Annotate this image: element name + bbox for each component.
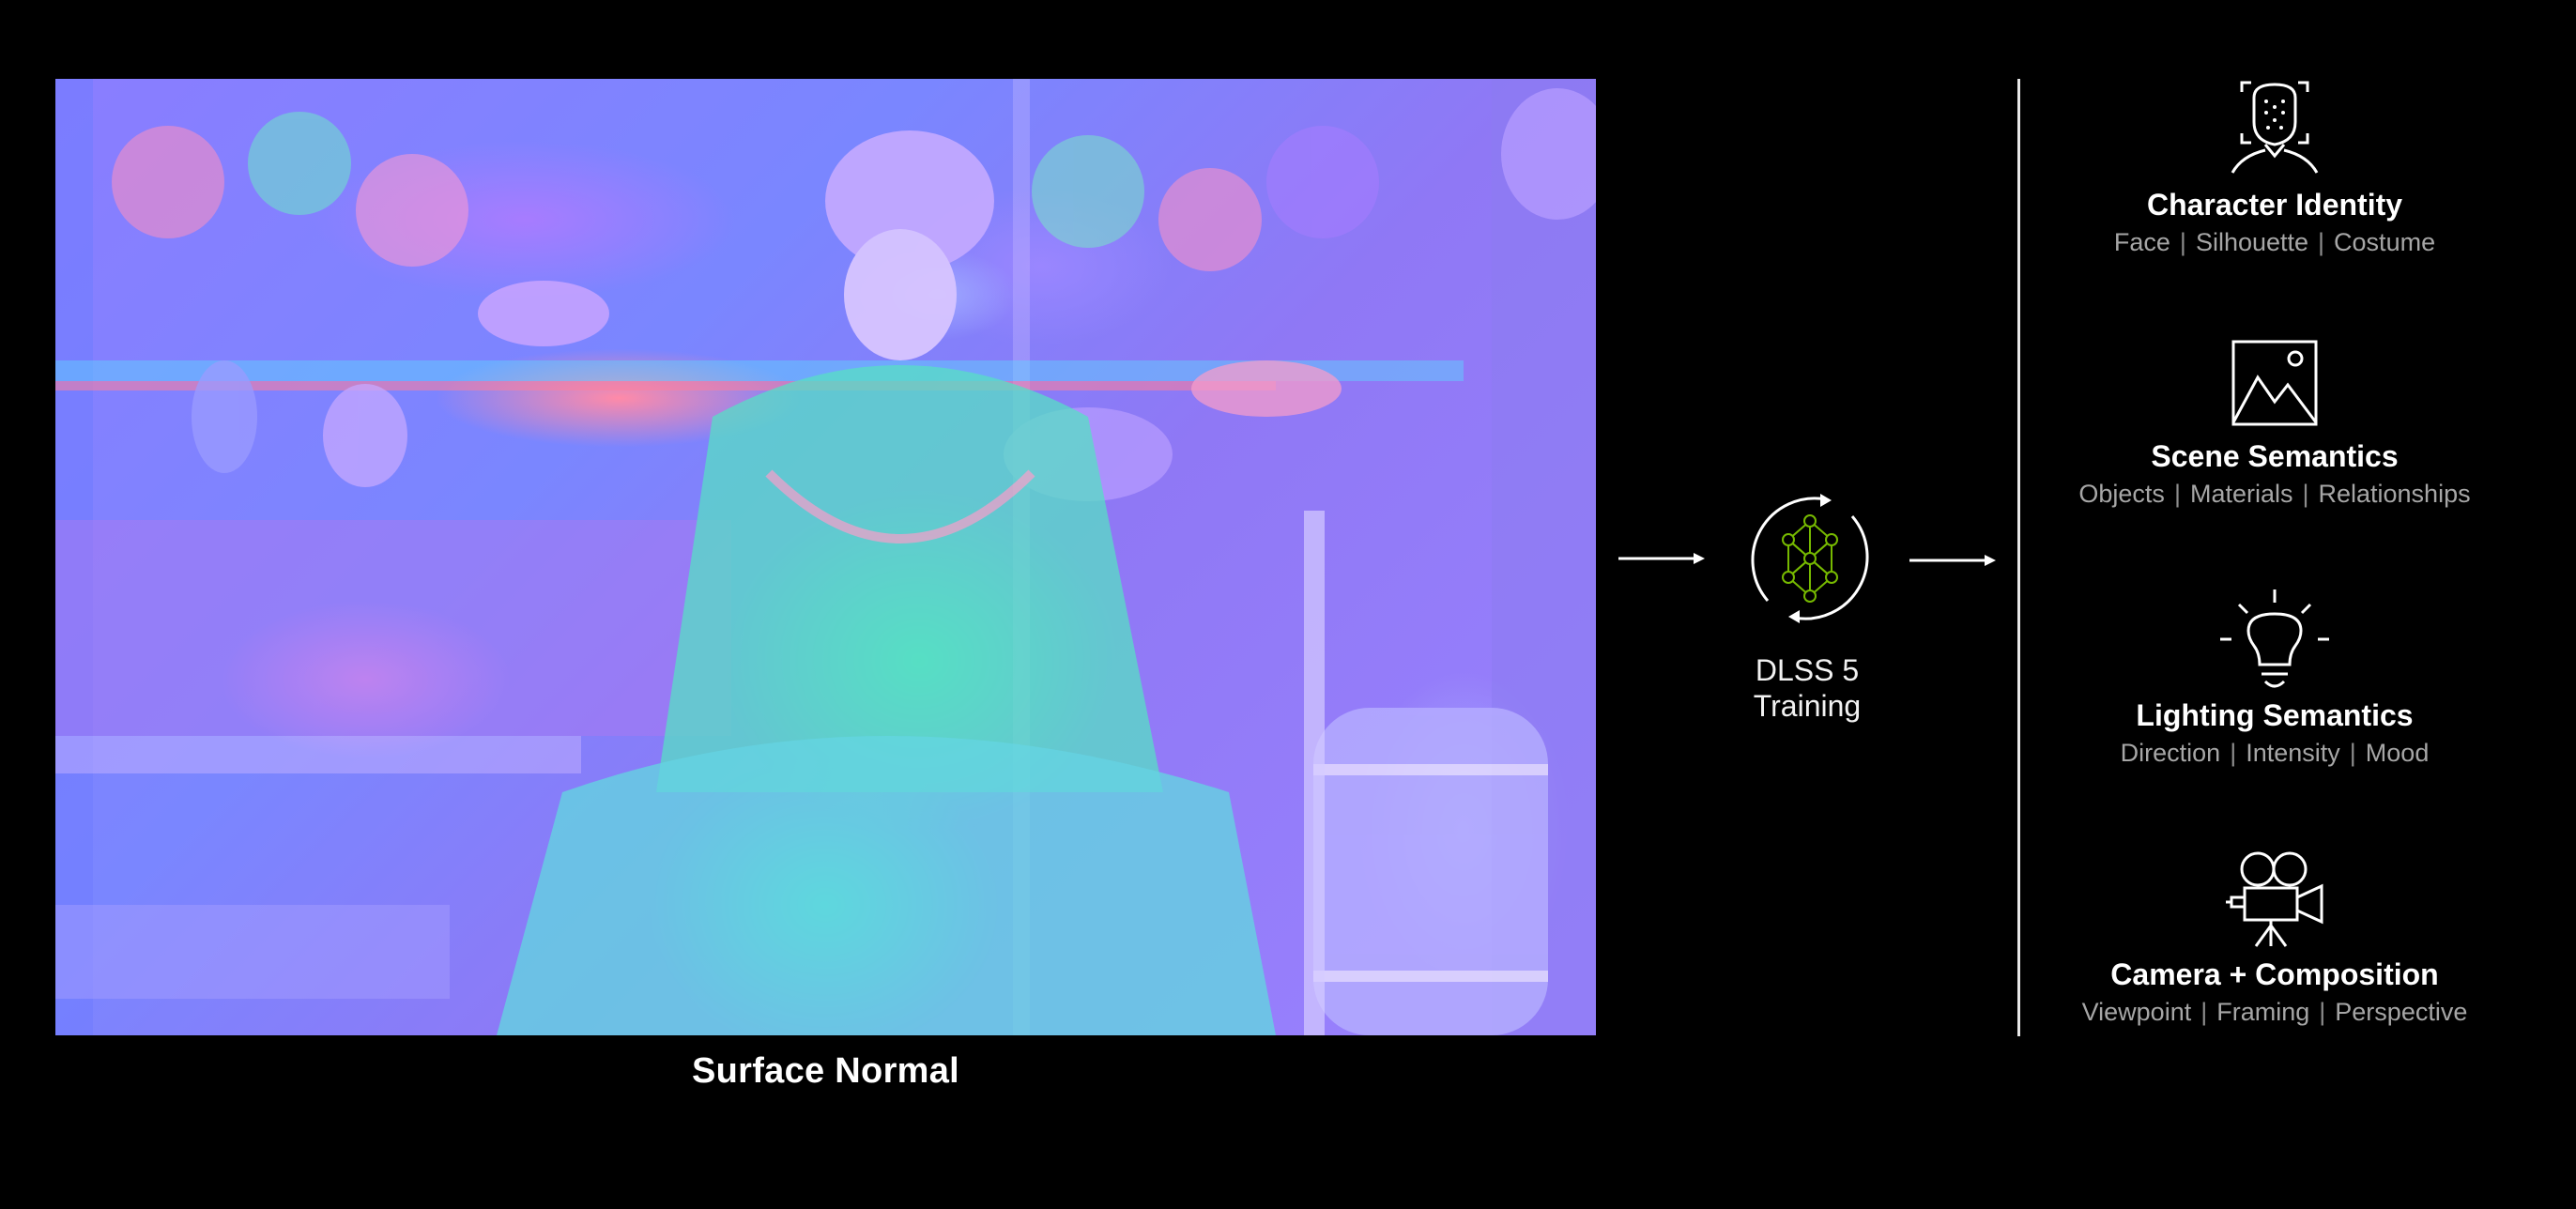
separator: | bbox=[2230, 739, 2237, 767]
output-item: Intensity bbox=[2246, 739, 2340, 767]
output-items: Face | Silhouette | Costume bbox=[2035, 228, 2514, 257]
movie-camera-icon bbox=[2226, 851, 2323, 947]
surface-normal-caption: Surface Normal bbox=[691, 1051, 960, 1091]
separator: | bbox=[2302, 480, 2309, 508]
surface-normal-image bbox=[55, 79, 1596, 1035]
dlss-label-line2: Training bbox=[1753, 689, 1862, 723]
output-items: Direction | Intensity | Mood bbox=[2035, 739, 2514, 768]
surface-normal-scene bbox=[55, 79, 1596, 1035]
output-item: Silhouette bbox=[2195, 228, 2309, 256]
output-item: Mood bbox=[2365, 739, 2430, 767]
output-item: Viewpoint bbox=[2081, 998, 2192, 1026]
output-item: Objects bbox=[2078, 480, 2165, 508]
arrow-right-icon bbox=[1618, 553, 1705, 564]
output-item: Costume bbox=[2334, 228, 2436, 256]
output-character-identity: Character Identity Face | Silhouette | Costu… bbox=[2035, 79, 2514, 257]
vertical-divider bbox=[2017, 79, 2020, 1036]
output-items: Viewpoint | Framing | Perspective bbox=[2035, 998, 2514, 1027]
separator: | bbox=[2319, 998, 2326, 1026]
output-item: Framing bbox=[2216, 998, 2310, 1026]
output-item: Materials bbox=[2189, 480, 2293, 508]
output-item: Relationships bbox=[2318, 480, 2471, 508]
separator: | bbox=[2173, 480, 2181, 508]
lightbulb-icon bbox=[2220, 589, 2329, 688]
image-landscape-icon bbox=[2231, 340, 2318, 426]
output-lighting-semantics: Lighting Semantics Direction | Intensity | M… bbox=[2035, 588, 2514, 768]
separator: | bbox=[2318, 228, 2325, 256]
output-item: Face bbox=[2113, 228, 2170, 256]
separator: | bbox=[2200, 998, 2208, 1026]
dlss-training-label: DLSS 5 Training bbox=[1694, 652, 1920, 724]
output-items: Objects | Materials | Relationships bbox=[2035, 480, 2514, 509]
output-item: Direction bbox=[2120, 739, 2221, 767]
output-camera-composition: Camera + Composition Viewpoint | Framing | P… bbox=[2035, 850, 2514, 1027]
dlss-label-line1: DLSS 5 bbox=[1755, 653, 1860, 687]
arrow-right-icon bbox=[1909, 555, 1996, 566]
separator: | bbox=[2349, 739, 2356, 767]
output-item: Perspective bbox=[2335, 998, 2468, 1026]
output-title: Camera + Composition bbox=[2110, 957, 2439, 991]
output-title: Character Identity bbox=[2146, 188, 2403, 222]
neural-network-cycle-icon bbox=[1751, 494, 1869, 623]
separator: | bbox=[2179, 228, 2186, 256]
output-scene-semantics: Scene Semantics Objects | Materials | Relati… bbox=[2035, 340, 2514, 509]
face-scan-icon bbox=[2231, 81, 2319, 174]
output-title: Scene Semantics bbox=[2151, 439, 2399, 473]
output-title: Lighting Semantics bbox=[2136, 698, 2414, 732]
